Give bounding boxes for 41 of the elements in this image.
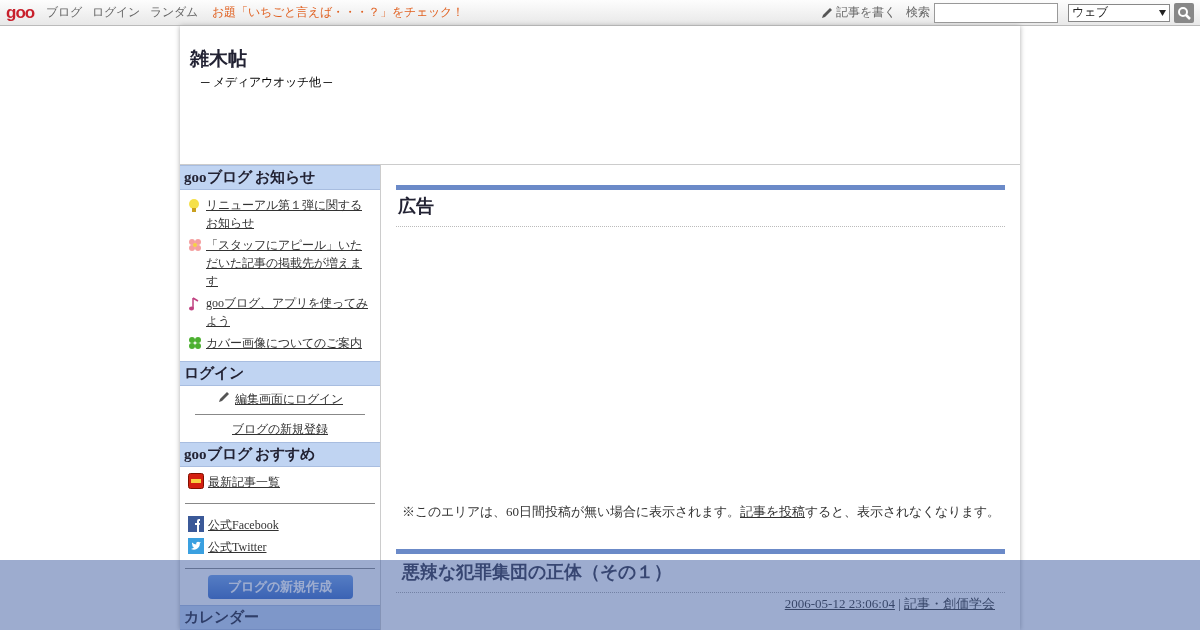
search-label: 検索 [906, 4, 930, 21]
scope-dropdown[interactable]: ウェブ [1068, 3, 1170, 22]
section-heading: カレンダー [180, 605, 380, 630]
new-badge-icon [188, 473, 204, 489]
bird-icon [188, 538, 204, 554]
blog-title[interactable]: 雑木帖 [190, 46, 1010, 72]
write-link[interactable]: 記事を書く [836, 4, 896, 21]
post-title[interactable]: 悪辣な犯罪集団の正体（その１） [396, 554, 1005, 593]
caret-icon [1159, 9, 1166, 16]
post-link[interactable]: 記事を投稿 [740, 504, 805, 519]
clover-icon [188, 336, 202, 350]
separator: | [898, 596, 901, 611]
section-heading: gooブログ お知らせ [180, 165, 380, 190]
category-link[interactable]: 記事・創価学会 [904, 596, 995, 611]
light-bulb-icon [188, 198, 200, 214]
register-link[interactable]: ブログの新規登録 [232, 421, 328, 438]
news-link[interactable]: gooブログ、アプリを使ってみよう [206, 294, 372, 330]
notice-text: ※このエリアは、60日間投稿が無い場合に表示されます。記事を投稿すると、表示されなくなります。 [402, 503, 1001, 521]
news-link[interactable]: カバー画像についてのご案内 [206, 334, 362, 355]
login-link[interactable]: 編集画面にログイン [235, 390, 343, 408]
facebook-icon [188, 516, 204, 532]
search-field[interactable] [934, 2, 1058, 23]
nav-link[interactable]: ランダム [150, 4, 199, 21]
search-icon [1177, 5, 1191, 20]
pencil-icon [820, 5, 834, 20]
ad-heading: 広告 [396, 190, 1005, 227]
recommend-link[interactable]: 最新記事一覧 [208, 473, 280, 491]
flower-icon [188, 238, 202, 252]
social-link[interactable]: 公式Facebook [208, 516, 279, 534]
logo[interactable]: goo [6, 2, 35, 23]
news-link[interactable]: リニューアル第１弾に関するお知らせ [206, 196, 372, 232]
blog-subtitle: ─ メディアウオッチ他 ─ [201, 74, 333, 91]
section-heading: ログイン [180, 361, 380, 386]
section-heading: gooブログ おすすめ [180, 442, 380, 467]
search-button[interactable] [1174, 2, 1194, 23]
nav-link[interactable]: ブログ [46, 4, 83, 21]
pencil-icon [217, 390, 231, 404]
nav-link[interactable]: ログイン [92, 4, 141, 21]
social-link[interactable]: 公式Twitter [208, 538, 267, 556]
post-date[interactable]: 2006-05-12 23:06:04 [784, 596, 895, 611]
music-note-icon [188, 296, 200, 312]
